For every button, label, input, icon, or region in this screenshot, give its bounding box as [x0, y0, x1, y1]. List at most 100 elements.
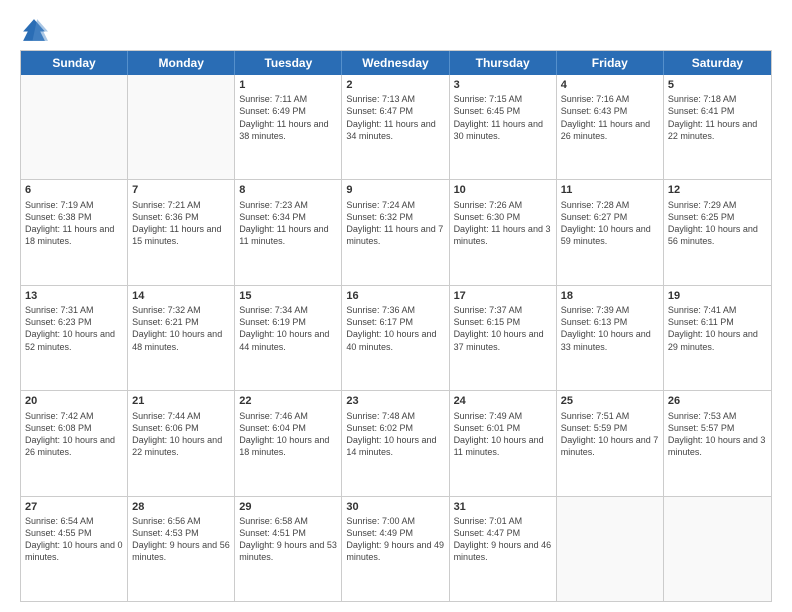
- calendar-cell-14: 14Sunrise: 7:32 AM Sunset: 6:21 PM Dayli…: [128, 286, 235, 390]
- day-number: 23: [346, 394, 444, 408]
- header-day-thursday: Thursday: [450, 51, 557, 75]
- cell-text: Sunrise: 7:26 AM Sunset: 6:30 PM Dayligh…: [454, 199, 552, 248]
- cell-text: Sunrise: 7:24 AM Sunset: 6:32 PM Dayligh…: [346, 199, 444, 248]
- header-day-sunday: Sunday: [21, 51, 128, 75]
- day-number: 1: [239, 78, 337, 92]
- calendar-cell-7: 7 Sunrise: 7:21 AM Sunset: 6:36 PM Daylig…: [128, 180, 235, 284]
- cell-text: Sunrise: 7:29 AM Sunset: 6:25 PM Dayligh…: [668, 199, 767, 248]
- cell-text: Sunrise: 7:21 AM Sunset: 6:36 PM Dayligh…: [132, 199, 230, 248]
- calendar-cell-26: 26 Sunrise: 7:53 AM Sunset: 5:57 PM Dayli…: [664, 391, 771, 495]
- day-number: 5: [668, 78, 767, 92]
- header-day-monday: Monday: [128, 51, 235, 75]
- calendar-cell-20: 20 Sunrise: 7:42 AM Sunset: 6:08 PM Dayli…: [21, 391, 128, 495]
- day-number: 10: [454, 183, 552, 197]
- calendar-row-4: 20 Sunrise: 7:42 AM Sunset: 6:08 PM Dayli…: [21, 391, 771, 496]
- day-number: 4: [561, 78, 659, 92]
- day-number: 22: [239, 394, 337, 408]
- calendar-cell-2: 2Sunrise: 7:13 AM Sunset: 6:47 PM Daylig…: [342, 75, 449, 179]
- day-number: 18: [561, 289, 659, 303]
- calendar-cell-25: 25Sunrise: 7:51 AM Sunset: 5:59 PM Dayli…: [557, 391, 664, 495]
- day-number: 2: [346, 78, 444, 92]
- cell-text: Sunrise: 7:00 AM Sunset: 4:49 PM Dayligh…: [346, 515, 444, 564]
- cell-text: Sunrise: 7:15 AM Sunset: 6:45 PM Dayligh…: [454, 93, 552, 142]
- calendar-cell-31: 31Sunrise: 7:01 AM Sunset: 4:47 PM Dayli…: [450, 497, 557, 601]
- calendar-cell-9: 9 Sunrise: 7:24 AM Sunset: 6:32 PM Daylig…: [342, 180, 449, 284]
- cell-text: Sunrise: 7:18 AM Sunset: 6:41 PM Dayligh…: [668, 93, 767, 142]
- cell-text: Sunrise: 7:01 AM Sunset: 4:47 PM Dayligh…: [454, 515, 552, 564]
- calendar-cell-1: 1Sunrise: 7:11 AM Sunset: 6:49 PM Daylig…: [235, 75, 342, 179]
- calendar-header: SundayMondayTuesdayWednesdayThursdayFrid…: [21, 51, 771, 75]
- logo: [20, 16, 52, 44]
- cell-text: Sunrise: 7:53 AM Sunset: 5:57 PM Dayligh…: [668, 410, 767, 459]
- calendar: SundayMondayTuesdayWednesdayThursdayFrid…: [20, 50, 772, 602]
- day-number: 11: [561, 183, 659, 197]
- cell-text: Sunrise: 7:42 AM Sunset: 6:08 PM Dayligh…: [25, 410, 123, 459]
- header-day-wednesday: Wednesday: [342, 51, 449, 75]
- calendar-cell-22: 22Sunrise: 7:46 AM Sunset: 6:04 PM Dayli…: [235, 391, 342, 495]
- cell-text: Sunrise: 7:16 AM Sunset: 6:43 PM Dayligh…: [561, 93, 659, 142]
- calendar-cell-11: 11Sunrise: 7:28 AM Sunset: 6:27 PM Dayli…: [557, 180, 664, 284]
- cell-text: Sunrise: 6:54 AM Sunset: 4:55 PM Dayligh…: [25, 515, 123, 564]
- cell-text: Sunrise: 7:34 AM Sunset: 6:19 PM Dayligh…: [239, 304, 337, 353]
- calendar-cell-21: 21 Sunrise: 7:44 AM Sunset: 6:06 PM Dayli…: [128, 391, 235, 495]
- day-number: 8: [239, 183, 337, 197]
- calendar-row-2: 6 Sunrise: 7:19 AM Sunset: 6:38 PM Daylig…: [21, 180, 771, 285]
- day-number: 9: [346, 183, 444, 197]
- calendar-row-5: 27Sunrise: 6:54 AM Sunset: 4:55 PM Dayli…: [21, 497, 771, 601]
- day-number: 16: [346, 289, 444, 303]
- calendar-cell-17: 17Sunrise: 7:37 AM Sunset: 6:15 PM Dayli…: [450, 286, 557, 390]
- day-number: 24: [454, 394, 552, 408]
- cell-text: Sunrise: 7:32 AM Sunset: 6:21 PM Dayligh…: [132, 304, 230, 353]
- cell-text: Sunrise: 7:23 AM Sunset: 6:34 PM Dayligh…: [239, 199, 337, 248]
- day-number: 21: [132, 394, 230, 408]
- calendar-body: 1Sunrise: 7:11 AM Sunset: 6:49 PM Daylig…: [21, 75, 771, 601]
- calendar-cell-8: 8 Sunrise: 7:23 AM Sunset: 6:34 PM Daylig…: [235, 180, 342, 284]
- day-number: 26: [668, 394, 767, 408]
- calendar-cell-19: 19Sunrise: 7:41 AM Sunset: 6:11 PM Dayli…: [664, 286, 771, 390]
- calendar-cell-28: 28Sunrise: 6:56 AM Sunset: 4:53 PM Dayli…: [128, 497, 235, 601]
- calendar-row-3: 13Sunrise: 7:31 AM Sunset: 6:23 PM Dayli…: [21, 286, 771, 391]
- cell-text: Sunrise: 7:37 AM Sunset: 6:15 PM Dayligh…: [454, 304, 552, 353]
- page: SundayMondayTuesdayWednesdayThursdayFrid…: [0, 0, 792, 612]
- cell-text: Sunrise: 7:11 AM Sunset: 6:49 PM Dayligh…: [239, 93, 337, 142]
- calendar-cell-15: 15Sunrise: 7:34 AM Sunset: 6:19 PM Dayli…: [235, 286, 342, 390]
- cell-text: Sunrise: 7:13 AM Sunset: 6:47 PM Dayligh…: [346, 93, 444, 142]
- cell-text: Sunrise: 7:36 AM Sunset: 6:17 PM Dayligh…: [346, 304, 444, 353]
- day-number: 6: [25, 183, 123, 197]
- day-number: 19: [668, 289, 767, 303]
- cell-text: Sunrise: 6:58 AM Sunset: 4:51 PM Dayligh…: [239, 515, 337, 564]
- calendar-cell-27: 27Sunrise: 6:54 AM Sunset: 4:55 PM Dayli…: [21, 497, 128, 601]
- calendar-cell-empty-4-6: [664, 497, 771, 601]
- day-number: 28: [132, 500, 230, 514]
- calendar-cell-18: 18Sunrise: 7:39 AM Sunset: 6:13 PM Dayli…: [557, 286, 664, 390]
- cell-text: Sunrise: 7:48 AM Sunset: 6:02 PM Dayligh…: [346, 410, 444, 459]
- day-number: 15: [239, 289, 337, 303]
- calendar-cell-empty-0-0: [21, 75, 128, 179]
- calendar-cell-3: 3Sunrise: 7:15 AM Sunset: 6:45 PM Daylig…: [450, 75, 557, 179]
- cell-text: Sunrise: 7:19 AM Sunset: 6:38 PM Dayligh…: [25, 199, 123, 248]
- cell-text: Sunrise: 7:44 AM Sunset: 6:06 PM Dayligh…: [132, 410, 230, 459]
- calendar-cell-10: 10 Sunrise: 7:26 AM Sunset: 6:30 PM Dayli…: [450, 180, 557, 284]
- calendar-cell-29: 29Sunrise: 6:58 AM Sunset: 4:51 PM Dayli…: [235, 497, 342, 601]
- calendar-cell-4: 4Sunrise: 7:16 AM Sunset: 6:43 PM Daylig…: [557, 75, 664, 179]
- calendar-row-1: 1Sunrise: 7:11 AM Sunset: 6:49 PM Daylig…: [21, 75, 771, 180]
- day-number: 30: [346, 500, 444, 514]
- cell-text: Sunrise: 7:31 AM Sunset: 6:23 PM Dayligh…: [25, 304, 123, 353]
- calendar-cell-16: 16Sunrise: 7:36 AM Sunset: 6:17 PM Dayli…: [342, 286, 449, 390]
- logo-icon: [20, 16, 48, 44]
- day-number: 13: [25, 289, 123, 303]
- calendar-cell-30: 30Sunrise: 7:00 AM Sunset: 4:49 PM Dayli…: [342, 497, 449, 601]
- header: [20, 16, 772, 44]
- calendar-cell-6: 6 Sunrise: 7:19 AM Sunset: 6:38 PM Daylig…: [21, 180, 128, 284]
- cell-text: Sunrise: 7:41 AM Sunset: 6:11 PM Dayligh…: [668, 304, 767, 353]
- day-number: 7: [132, 183, 230, 197]
- day-number: 20: [25, 394, 123, 408]
- header-day-tuesday: Tuesday: [235, 51, 342, 75]
- day-number: 17: [454, 289, 552, 303]
- calendar-cell-5: 5Sunrise: 7:18 AM Sunset: 6:41 PM Daylig…: [664, 75, 771, 179]
- cell-text: Sunrise: 6:56 AM Sunset: 4:53 PM Dayligh…: [132, 515, 230, 564]
- day-number: 29: [239, 500, 337, 514]
- cell-text: Sunrise: 7:49 AM Sunset: 6:01 PM Dayligh…: [454, 410, 552, 459]
- day-number: 31: [454, 500, 552, 514]
- header-day-friday: Friday: [557, 51, 664, 75]
